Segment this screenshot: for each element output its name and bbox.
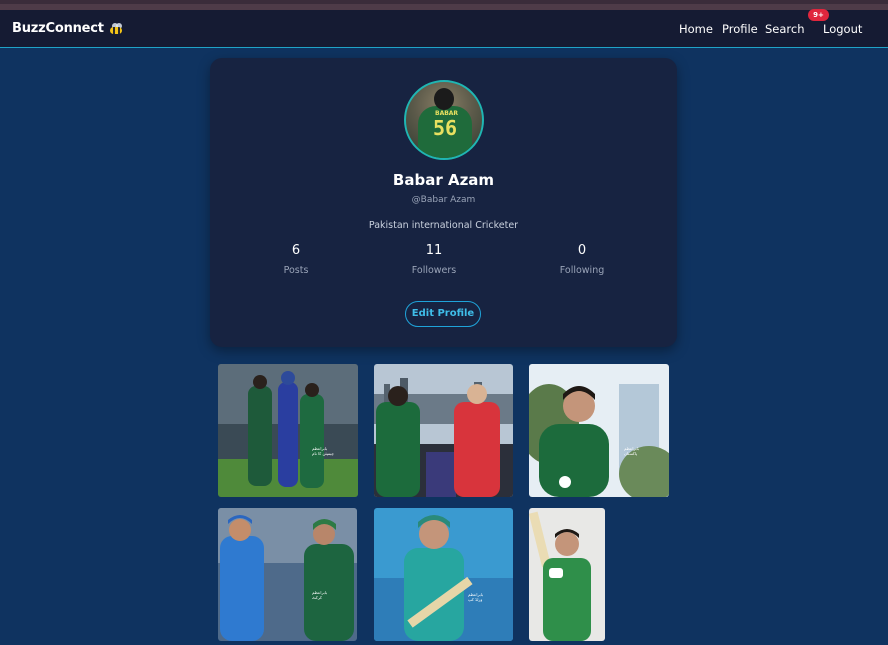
nav-search-link[interactable]: Search [765, 22, 805, 36]
post-watermark: بابراعظم پاکستان [624, 446, 640, 456]
profile-name: Babar Azam [392, 171, 495, 189]
post-image [529, 508, 605, 641]
post-image [374, 508, 513, 641]
avatar-head [434, 88, 454, 110]
notification-badge[interactable]: 9+ [808, 9, 829, 21]
stat-posts-label: Posts [283, 265, 309, 276]
nav-profile-link[interactable]: Profile [722, 22, 758, 36]
post-thumbnail[interactable] [529, 508, 605, 641]
navbar: BuzzConnect Home Profile Search 9+ Logou… [0, 9, 888, 48]
post-image [218, 508, 357, 641]
post-image [374, 364, 513, 497]
post-thumbnail[interactable] [374, 364, 513, 497]
bee-icon [108, 22, 124, 35]
post-watermark: بابراعظم کرکٹ [312, 590, 328, 600]
edit-profile-button[interactable]: Edit Profile [405, 301, 481, 327]
post-thumbnail[interactable]: بابراعظم پاکستان [529, 364, 669, 497]
post-thumbnail[interactable]: بابراعظم کرکٹ [218, 508, 357, 641]
post-image [218, 364, 358, 497]
post-watermark: بابراعظم ورلڈ کپ [468, 592, 484, 602]
stat-posts[interactable]: 6 Posts [236, 243, 356, 276]
post-thumbnail[interactable]: بابراعظم چیمپئن کا نام [218, 364, 358, 497]
stat-followers[interactable]: 11 Followers [374, 243, 494, 276]
stat-followers-value: 11 [425, 243, 443, 258]
nav-home-link[interactable]: Home [679, 22, 713, 36]
post-thumbnail[interactable]: بابراعظم ورلڈ کپ [374, 508, 513, 641]
browser-top-strip [0, 0, 888, 10]
profile-avatar[interactable]: BABAR 56 [404, 80, 484, 160]
nav-logout-link[interactable]: Logout [823, 22, 862, 36]
brand-logo[interactable]: BuzzConnect [12, 21, 124, 36]
post-watermark: بابراعظم چیمپئن کا نام [312, 446, 334, 456]
post-image [529, 364, 669, 497]
avatar-jersey-number: 56 [433, 116, 458, 140]
brand-name: BuzzConnect [12, 21, 104, 36]
profile-card: BABAR 56 Babar Azam @Babar Azam Pakistan… [210, 58, 677, 347]
stat-followers-label: Followers [411, 265, 457, 276]
profile-bio: Pakistan international Cricketer [368, 220, 519, 231]
profile-username: @Babar Azam [411, 195, 476, 205]
stat-following[interactable]: 0 Following [522, 243, 642, 276]
stat-posts-value: 6 [291, 243, 301, 258]
stat-following-value: 0 [577, 243, 587, 258]
stat-following-label: Following [559, 265, 605, 276]
